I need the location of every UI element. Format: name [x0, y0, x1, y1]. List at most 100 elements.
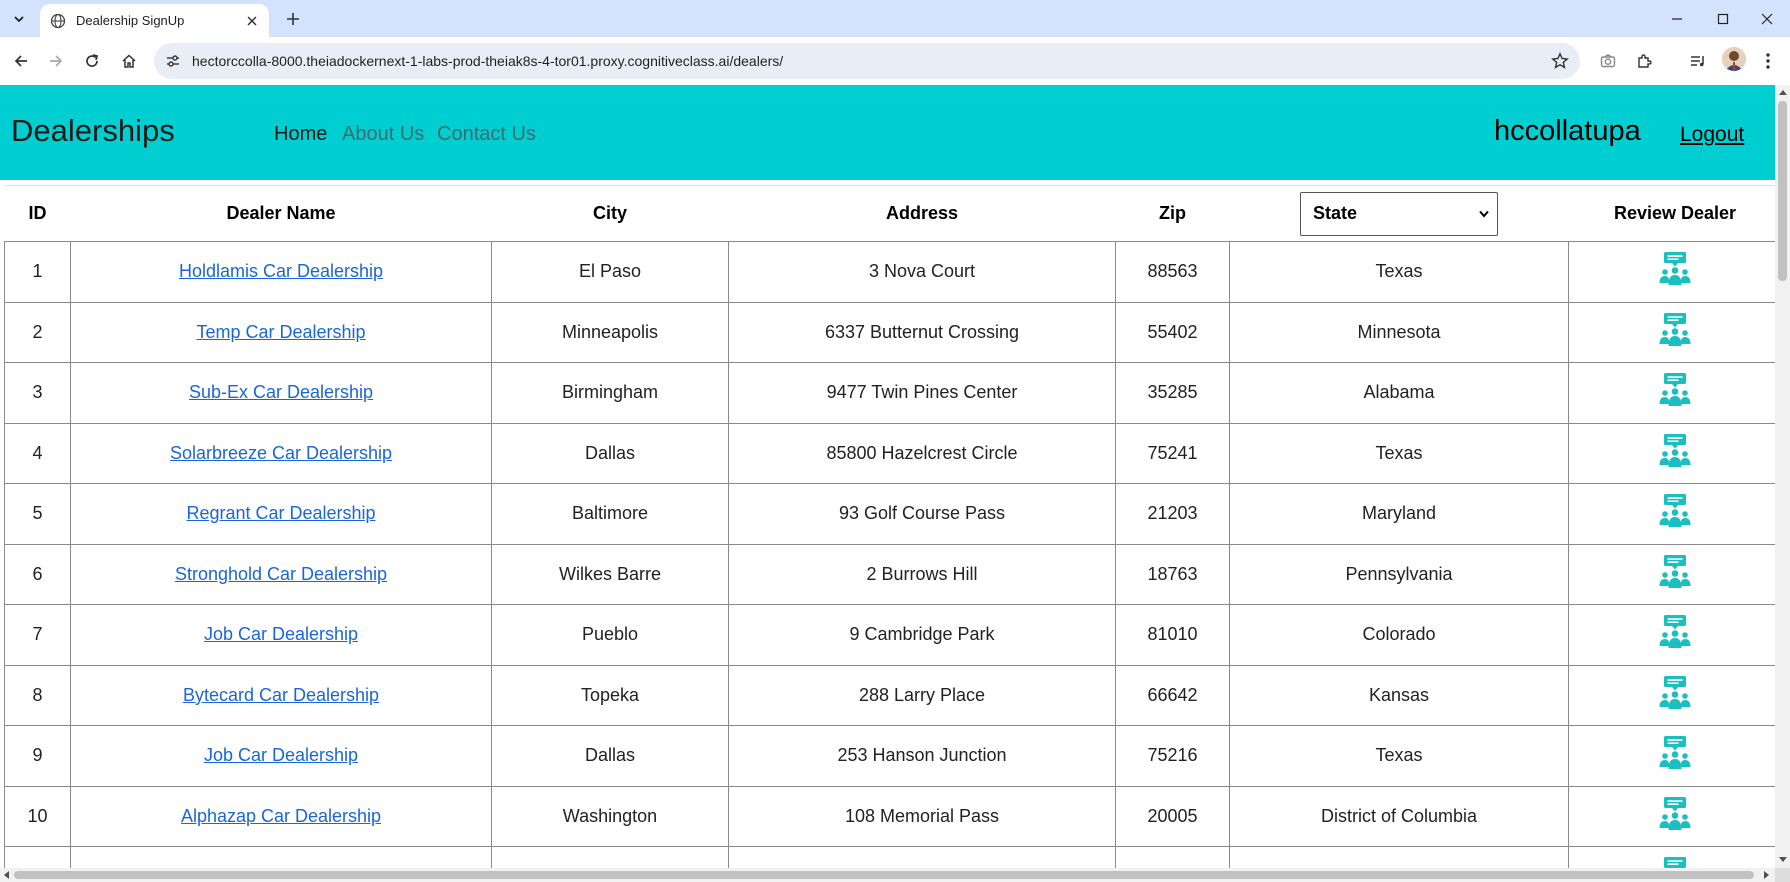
table-row: 7 Job Car Dealership Pueblo 9 Cambridge Par…: [4, 604, 1775, 666]
cell-review: [1568, 725, 1775, 787]
browser-tab[interactable]: Dealership SignUp: [40, 4, 269, 37]
logout-link[interactable]: Logout: [1680, 123, 1744, 147]
cell-review: [1568, 362, 1775, 424]
header-address: Address: [728, 185, 1116, 242]
browser-menu-button[interactable]: [1760, 51, 1776, 71]
cell-city: Topeka: [491, 664, 729, 726]
dealer-name-link[interactable]: Stronghold Car Dealership: [175, 564, 387, 584]
cell-id: 10: [4, 785, 71, 847]
dealer-name-link[interactable]: Holdlamis Car Dealership: [179, 261, 383, 281]
cell-address: 85800 Hazelcrest Circle: [728, 422, 1116, 484]
review-dealer-icon[interactable]: [1658, 554, 1692, 594]
review-dealer-icon[interactable]: [1658, 494, 1692, 533]
header-zip: Zip: [1115, 185, 1230, 242]
dealer-name-link[interactable]: Bytecard Car Dealership: [183, 685, 379, 705]
site-settings-icon[interactable]: [164, 52, 182, 70]
tab-title: Dealership SignUp: [76, 13, 185, 28]
camera-button[interactable]: [1594, 47, 1622, 75]
dealer-name-link[interactable]: Temp Car Dealership: [196, 322, 365, 342]
scroll-up-arrow[interactable]: [1779, 90, 1787, 95]
maximize-icon: [1717, 13, 1729, 24]
dealer-name-link[interactable]: Alphazap Car Dealership: [181, 806, 381, 826]
tab-search-button[interactable]: [6, 6, 32, 32]
review-dealer-icon[interactable]: [1658, 252, 1692, 291]
dealer-name-link[interactable]: Job Car Dealership: [204, 745, 358, 765]
review-dealer-icon[interactable]: [1658, 615, 1692, 654]
horizontal-scroll-thumb[interactable]: [14, 871, 1754, 879]
brand-title[interactable]: Dealerships: [11, 113, 175, 149]
scroll-right-arrow[interactable]: [1764, 871, 1769, 879]
scroll-down-arrow[interactable]: [1779, 857, 1787, 862]
maximize-button[interactable]: [1700, 0, 1746, 37]
forward-icon: [50, 55, 63, 67]
cell-address: 9477 Twin Pines Center: [728, 362, 1116, 424]
cell-city: Wilkes Barre: [491, 543, 729, 605]
cell-address: [728, 846, 1116, 868]
cell-zip: 75216: [1115, 725, 1230, 787]
cell-id: 7: [4, 604, 71, 666]
nav-contact-link[interactable]: Contact Us: [437, 123, 536, 146]
cell-review: [1568, 785, 1775, 847]
address-bar[interactable]: hectorccolla-8000.theiadockernext-1-labs…: [154, 43, 1580, 79]
vertical-scrollbar[interactable]: [1775, 85, 1790, 868]
new-tab-button[interactable]: [280, 6, 306, 32]
back-button[interactable]: [7, 47, 35, 75]
review-dealer-icon[interactable]: [1658, 675, 1692, 715]
extensions-button[interactable]: [1630, 47, 1658, 75]
dealer-name-link[interactable]: Regrant Car Dealership: [186, 503, 375, 523]
vertical-scroll-thumb[interactable]: [1778, 101, 1787, 281]
nav-home-link[interactable]: Home: [274, 123, 327, 146]
cell-zip: 18763: [1115, 543, 1230, 605]
state-filter-select[interactable]: State: [1300, 191, 1498, 236]
reload-icon: [86, 54, 99, 67]
cell-zip: 81010: [1115, 604, 1230, 666]
review-dealer-icon[interactable]: [1658, 796, 1692, 836]
forward-button[interactable]: [42, 47, 70, 75]
scroll-left-arrow[interactable]: [4, 871, 9, 879]
review-dealer-icon[interactable]: [1658, 736, 1692, 775]
nav-about-link[interactable]: About Us: [342, 123, 424, 146]
table-row: 1 Holdlamis Car Dealership El Paso 3 Nova C…: [4, 241, 1775, 303]
minimize-button[interactable]: [1654, 0, 1700, 37]
cell-id: [4, 846, 71, 868]
cell-dealer-name: Alphazap Car Dealership: [70, 785, 492, 847]
horizontal-scrollbar[interactable]: [0, 868, 1775, 882]
cell-id: 4: [4, 422, 71, 484]
url-text[interactable]: hectorccolla-8000.theiadockernext-1-labs…: [192, 53, 783, 69]
cell-city: Washington: [491, 785, 729, 847]
cell-dealer-name: [70, 846, 492, 868]
site-navbar: Dealerships Home About Us Contact Us hcc…: [0, 85, 1775, 180]
cell-review: [1568, 664, 1775, 726]
home-button[interactable]: [115, 47, 143, 75]
cell-state: [1229, 846, 1569, 868]
review-dealer-icon[interactable]: [1658, 433, 1692, 473]
bookmark-star-icon[interactable]: [1550, 51, 1570, 71]
close-window-button[interactable]: [1744, 0, 1790, 37]
dealer-name-link[interactable]: Sub-Ex Car Dealership: [189, 382, 373, 402]
cell-city: Birmingham: [491, 362, 729, 424]
dealer-name-link[interactable]: Job Car Dealership: [204, 624, 358, 644]
cell-state: Kansas: [1229, 664, 1569, 726]
state-select-value: State: [1313, 203, 1358, 223]
cell-dealer-name: Stronghold Car Dealership: [70, 543, 492, 605]
review-dealer-icon[interactable]: [1658, 312, 1692, 352]
cell-dealer-name: Solarbreeze Car Dealership: [70, 422, 492, 484]
header-city: City: [491, 185, 729, 242]
table-row: 10 Alphazap Car Dealership Washington 108 M…: [4, 785, 1775, 847]
review-dealer-icon[interactable]: [1658, 373, 1692, 412]
plus-icon: [287, 13, 299, 25]
cell-id: 3: [4, 362, 71, 424]
cell-city: Dallas: [491, 725, 729, 787]
media-button[interactable]: [1684, 47, 1712, 75]
cell-dealer-name: Sub-Ex Car Dealership: [70, 362, 492, 424]
cell-zip: 88563: [1115, 241, 1230, 303]
dealer-name-link[interactable]: Solarbreeze Car Dealership: [170, 443, 392, 463]
home-icon: [122, 54, 136, 68]
cell-city: Minneapolis: [491, 301, 729, 363]
cell-state: Minnesota: [1229, 301, 1569, 363]
profile-avatar[interactable]: [1722, 47, 1746, 71]
cell-state: Texas: [1229, 725, 1569, 787]
table-row: 9 Job Car Dealership Dallas 253 Hanson Junc…: [4, 725, 1775, 787]
close-icon[interactable]: [241, 10, 263, 32]
reload-button[interactable]: [78, 47, 106, 75]
